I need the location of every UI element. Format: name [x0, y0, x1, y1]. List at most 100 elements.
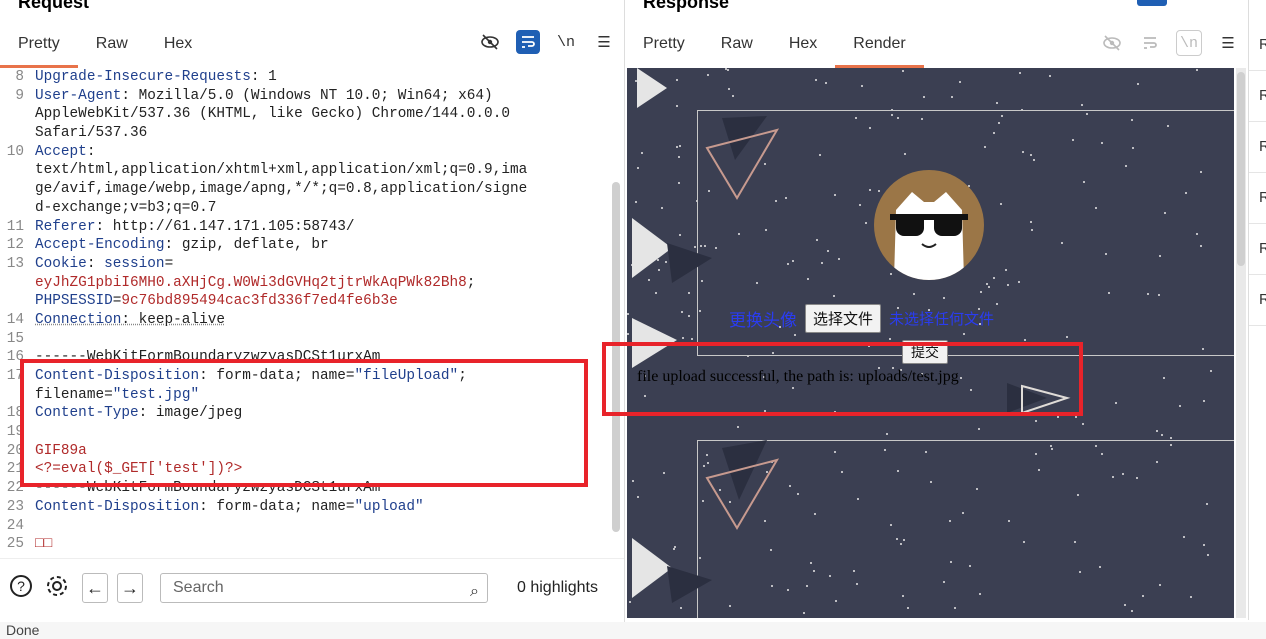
- code-line[interactable]: 23 Content-Disposition: form-data; name="…: [0, 498, 612, 517]
- code-token: Content-Disposition: [35, 498, 200, 515]
- code-line[interactable]: eyJhZG1pbiI6MH0.aXHjCg.W0Wi3dGVHq2tjtrWk…: [0, 274, 612, 293]
- line-number: 13: [6, 255, 24, 272]
- inspector-divider: [1249, 172, 1266, 173]
- line-code: PHPSESSID=9c76bd895494cac3fd336f7ed4fe6b…: [35, 292, 398, 311]
- svg-text:?: ?: [17, 578, 25, 594]
- tab-render[interactable]: Render: [835, 20, 925, 68]
- line-code: Safari/537.36: [35, 124, 147, 143]
- choose-file-button[interactable]: 选择文件: [805, 304, 882, 333]
- code-token: :: [86, 255, 105, 272]
- response-toolbar: \n ☰: [1100, 30, 1240, 56]
- code-line[interactable]: 9 User-Agent: Mozilla/5.0 (Windows NT 10.…: [0, 87, 612, 106]
- status-bar: Done: [0, 622, 1266, 639]
- search-input[interactable]: Search ⌕: [160, 573, 488, 603]
- code-line[interactable]: AppleWebKit/537.36 (KHTML, like Gecko) C…: [0, 105, 612, 124]
- eye-off-icon[interactable]: [1100, 31, 1124, 55]
- wrap-lines-icon[interactable]: [516, 30, 540, 54]
- inspector-item[interactable]: R: [1259, 87, 1266, 104]
- inspector-item[interactable]: R: [1259, 240, 1266, 257]
- code-token: =: [164, 255, 174, 272]
- tab-raw[interactable]: Raw: [78, 20, 146, 68]
- line-code: Referer: http://61.147.171.105:58743/: [35, 218, 355, 237]
- line-code: □□: [35, 535, 52, 554]
- code-token: User-Agent: [35, 87, 122, 104]
- tab-raw[interactable]: Raw: [703, 20, 771, 68]
- inspector-item[interactable]: R: [1259, 291, 1266, 308]
- line-code: eyJhZG1pbiI6MH0.aXHjCg.W0Wi3dGVHq2tjtrWk…: [35, 274, 475, 293]
- avatar: [874, 170, 984, 280]
- line-number: 15: [6, 330, 24, 347]
- code-token: Cookie: [35, 255, 87, 272]
- inspector-divider: [1249, 121, 1266, 122]
- gear-icon[interactable]: [44, 573, 70, 599]
- code-line[interactable]: 8 Upgrade-Insecure-Requests: 1: [0, 68, 612, 87]
- wrap-lines-icon[interactable]: [1138, 31, 1162, 55]
- code-token: Referer: [35, 218, 96, 235]
- code-line[interactable]: 12 Accept-Encoding: gzip, deflate, br: [0, 236, 612, 255]
- tab-pretty[interactable]: Pretty: [625, 20, 703, 68]
- response-panel-title: Response: [643, 0, 730, 12]
- highlight-box-response: [602, 342, 1083, 416]
- line-number: 8: [15, 69, 24, 85]
- layout-toggle-icon[interactable]: [1137, 0, 1167, 6]
- line-code: text/html,application/xhtml+xml,applicat…: [35, 161, 527, 180]
- menu-icon[interactable]: ☰: [592, 30, 616, 54]
- code-line[interactable]: Safari/537.36: [0, 124, 612, 143]
- code-line[interactable]: 14 Connection: keep-alive: [0, 311, 612, 330]
- search-icon: ⌕: [470, 583, 479, 600]
- tab-hex[interactable]: Hex: [146, 20, 210, 68]
- newline-icon[interactable]: \n: [1176, 30, 1202, 56]
- line-number: 24: [6, 517, 24, 534]
- upload-row: 更换头像 选择文件 未选择任何文件: [729, 304, 994, 333]
- render-scrollbar[interactable]: [1237, 72, 1245, 266]
- code-token: : gzip, deflate, br: [164, 237, 329, 254]
- code-token: : keep-alive: [121, 311, 225, 328]
- code-token: : Mozilla/5.0 (Windows NT 10.0; Win64; x…: [121, 87, 493, 104]
- code-token: : form-data; name=: [199, 498, 355, 515]
- code-line[interactable]: 25 □□: [0, 535, 612, 554]
- help-icon[interactable]: ?: [8, 573, 34, 599]
- line-number: 14: [6, 311, 24, 328]
- line-code: Cookie: session=: [35, 255, 173, 274]
- code-line[interactable]: 11 Referer: http://61.147.171.105:58743/: [0, 218, 612, 237]
- highlights-count: 0 highlights: [517, 579, 598, 596]
- code-token: d-exchange;v=b3;q=0.7: [35, 199, 217, 216]
- code-token: PHPSESSID: [35, 293, 113, 310]
- tab-pretty[interactable]: Pretty: [0, 20, 78, 68]
- panel-divider[interactable]: [624, 0, 625, 639]
- code-line[interactable]: text/html,application/xhtml+xml,applicat…: [0, 161, 612, 180]
- code-line[interactable]: 13 Cookie: session=: [0, 255, 612, 274]
- request-panel-title: Request: [18, 0, 90, 12]
- code-token: session: [104, 255, 165, 272]
- inspector-divider: [1249, 223, 1266, 224]
- code-token: "upload": [354, 498, 424, 515]
- eye-off-icon[interactable]: [478, 30, 502, 54]
- line-number: 9: [15, 87, 24, 104]
- inspector-item[interactable]: R: [1259, 189, 1266, 206]
- inspector-item[interactable]: R: [1259, 138, 1266, 155]
- code-line[interactable]: 24: [0, 517, 612, 536]
- code-token: Upgrade-Insecure-Requests: [35, 69, 251, 85]
- response-tabs: Pretty Raw Hex Render: [625, 20, 925, 68]
- code-line[interactable]: PHPSESSID=9c76bd895494cac3fd336f7ed4fe6b…: [0, 292, 612, 311]
- change-avatar-label: 更换头像: [729, 311, 797, 331]
- line-code: ge/avif,image/webp,image/apng,*/*;q=0.8,…: [35, 180, 527, 199]
- code-line[interactable]: 15: [0, 330, 612, 349]
- code-token: : http://61.147.171.105:58743/: [95, 218, 355, 235]
- code-token: Connection: [35, 311, 122, 328]
- code-token: AppleWebKit/537.36 (KHTML, like Gecko) C…: [35, 106, 510, 123]
- line-number: 11: [6, 218, 24, 235]
- back-arrow-icon[interactable]: ←: [82, 573, 108, 603]
- code-line[interactable]: 10 Accept:: [0, 143, 612, 162]
- menu-icon[interactable]: ☰: [1216, 31, 1240, 55]
- forward-arrow-icon[interactable]: →: [117, 573, 143, 603]
- code-line[interactable]: d-exchange;v=b3;q=0.7: [0, 199, 612, 218]
- line-number: 23: [6, 498, 24, 515]
- inspector-item[interactable]: R: [1259, 36, 1266, 53]
- newline-icon[interactable]: \n: [554, 30, 578, 54]
- tab-hex[interactable]: Hex: [771, 20, 835, 68]
- code-token: eyJhZG1pbiI6MH0.aXHjCg.W0Wi3dGVHq2tjtrWk…: [35, 274, 467, 291]
- line-code: Accept:: [35, 143, 95, 162]
- code-token: :: [86, 143, 96, 160]
- code-line[interactable]: ge/avif,image/webp,image/apng,*/*;q=0.8,…: [0, 180, 612, 199]
